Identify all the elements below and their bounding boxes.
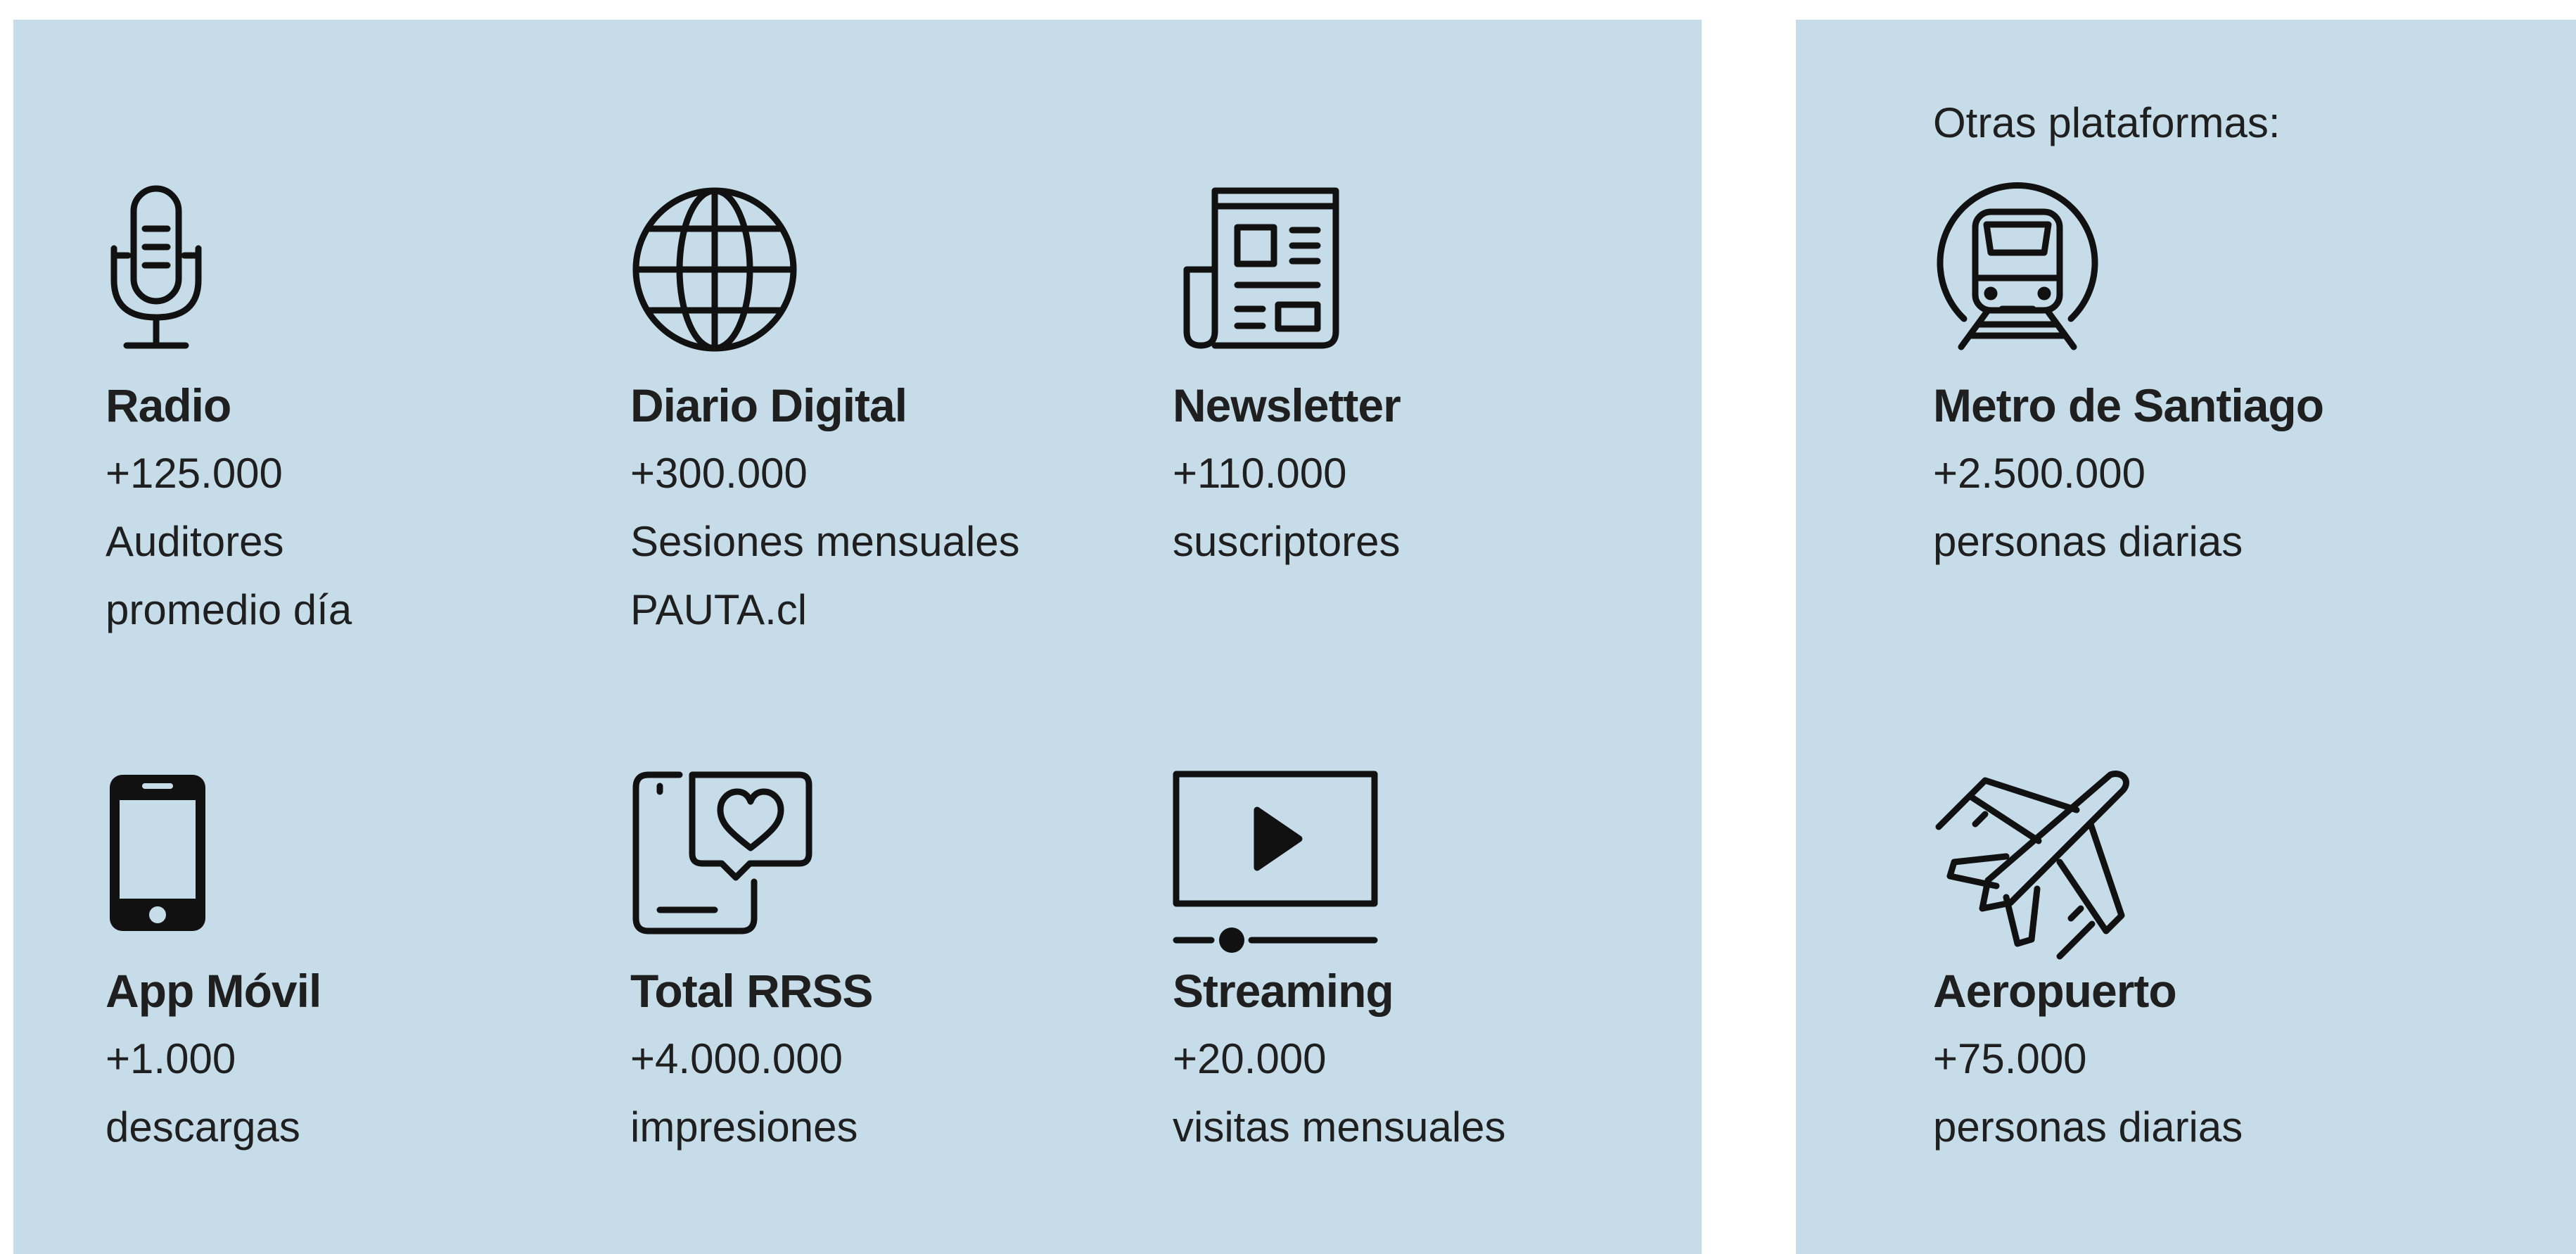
stat-value: +300.000 <box>630 450 808 497</box>
stat-label: Sesiones mensuales <box>630 518 1020 565</box>
stat-label: impresiones <box>630 1103 858 1151</box>
stat-label: personas diarias <box>1933 1103 2243 1151</box>
microphone-icon <box>106 185 218 354</box>
stat-value: +75.000 <box>1933 1035 2087 1082</box>
smartphone-icon <box>106 771 218 939</box>
other-platforms-panel: Otras plataformas: Metro de Santiago +2.… <box>1796 20 2576 1254</box>
stat-title: Radio <box>106 379 231 431</box>
stat-label: suscriptores <box>1173 518 1401 565</box>
other-platforms-heading: Otras plataformas: <box>1933 99 2281 146</box>
stat-sublabel: PAUTA.cl <box>630 586 808 633</box>
stat-value: +2.500.000 <box>1933 450 2145 497</box>
metro-train-icon <box>1933 182 2102 354</box>
social-heart-icon <box>630 771 813 939</box>
stat-value: +1.000 <box>106 1035 236 1082</box>
stat-label: personas diarias <box>1933 518 2243 565</box>
stat-title: Aeropuerto <box>1933 965 2177 1017</box>
stat-title: App Móvil <box>106 965 321 1017</box>
stat-value: +110.000 <box>1173 450 1347 497</box>
stat-title: Metro de Santiago <box>1933 379 2324 431</box>
main-media-panel: Radio +125.000 Auditores promedio día Di… <box>13 20 1702 1254</box>
video-player-icon <box>1173 771 1384 953</box>
stat-value: +20.000 <box>1173 1035 1327 1082</box>
stat-title: Diario Digital <box>630 379 907 431</box>
stat-label: visitas mensuales <box>1173 1103 1506 1151</box>
stat-sublabel: promedio día <box>106 586 352 633</box>
stat-title: Total RRSS <box>630 965 873 1017</box>
stat-label: descargas <box>106 1103 300 1151</box>
stat-title: Newsletter <box>1173 379 1401 431</box>
stat-title: Streaming <box>1173 965 1394 1017</box>
globe-icon <box>630 185 799 354</box>
stat-value: +125.000 <box>106 450 283 497</box>
airplane-icon <box>1933 771 2130 961</box>
stat-label: Auditores <box>106 518 284 565</box>
newspaper-icon <box>1173 185 1341 354</box>
stat-value: +4.000.000 <box>630 1035 843 1082</box>
